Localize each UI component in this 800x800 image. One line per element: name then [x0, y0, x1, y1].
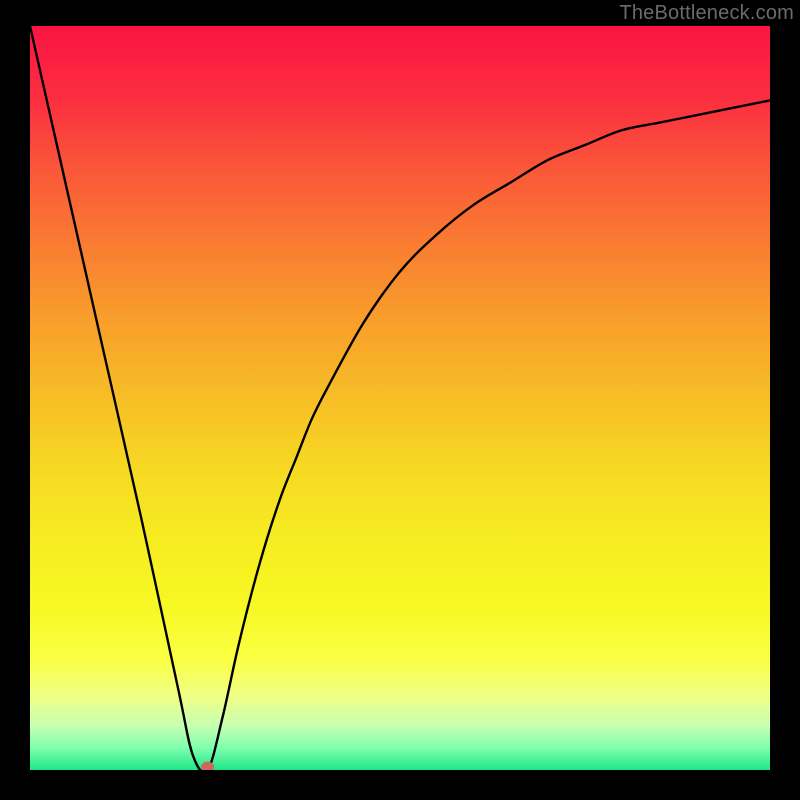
watermark-text: TheBottleneck.com [619, 2, 794, 25]
chart-plot-area [30, 26, 770, 770]
chart-svg [30, 26, 770, 770]
chart-frame: TheBottleneck.com [0, 0, 800, 800]
chart-background-gradient [30, 26, 770, 770]
optimal-point-marker [202, 762, 214, 770]
